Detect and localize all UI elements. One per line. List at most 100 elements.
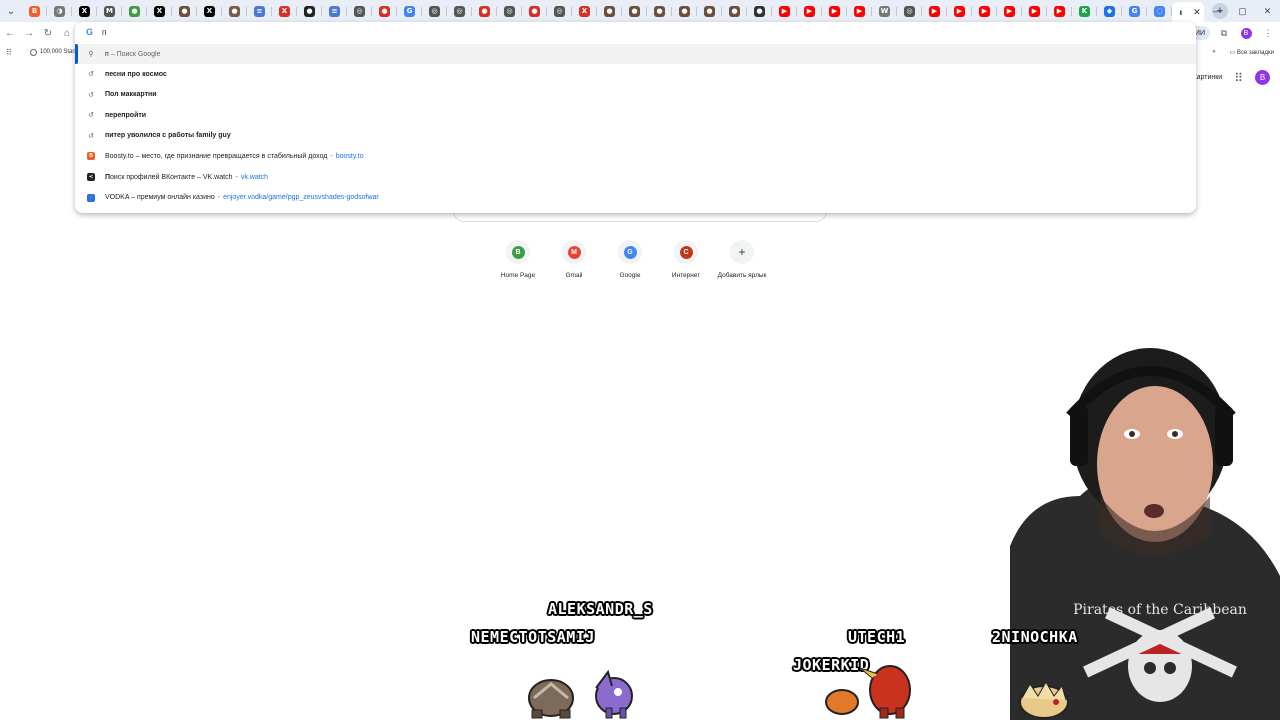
bookmarks-chevron-icon[interactable]: » [1212, 49, 1215, 55]
green-tab-icon: ● [129, 5, 140, 17]
search-suggestion[interactable]: ⚲ п – Поиск Google [75, 44, 1196, 64]
site-suggestion[interactable]: B Boosty.to – место, где признание превра… [75, 146, 1196, 166]
shortcut-tile[interactable]: B Home Page [500, 240, 536, 279]
browser-tab[interactable]: ● [372, 2, 397, 20]
menu-icon[interactable]: ⋮ [1260, 25, 1276, 41]
browser-tab[interactable]: X [272, 2, 297, 20]
close-window-icon[interactable]: ✕ [1255, 0, 1280, 22]
google-apps-icon[interactable]: ⠿ [1234, 71, 1243, 85]
browser-tab[interactable]: X [572, 2, 597, 20]
maximize-icon[interactable]: ▢ [1230, 0, 1255, 22]
browser-tab[interactable]: ◎ [547, 2, 572, 20]
avatar-tab-icon: ● [179, 5, 190, 17]
browser-tab[interactable]: M [97, 2, 122, 20]
browser-tab[interactable]: X [197, 2, 222, 20]
browser-tab[interactable]: ▶ [772, 2, 797, 20]
browser-tab[interactable]: ▶ [1047, 2, 1072, 20]
browser-tab[interactable]: G [397, 2, 422, 20]
browser-tab[interactable]: ● [747, 2, 772, 20]
shortcut-tile[interactable]: M Gmail [556, 240, 592, 279]
home-icon[interactable]: ⌂ [58, 23, 76, 43]
browser-tab[interactable]: G [1122, 2, 1147, 20]
youtube-tab-icon: ▶ [804, 5, 815, 17]
back-icon[interactable]: ← [1, 23, 19, 43]
youtube-tab-icon: ▶ [1004, 5, 1015, 17]
history-icon: ↺ [88, 112, 94, 120]
browser-tab[interactable]: ● [222, 2, 247, 20]
browser-tab[interactable]: ● [522, 2, 547, 20]
browser-tab[interactable]: ◎ [422, 2, 447, 20]
browser-tab[interactable]: ▶ [972, 2, 997, 20]
minimize-icon[interactable]: — [1205, 0, 1230, 22]
browser-tab[interactable]: W [872, 2, 897, 20]
browser-tab[interactable]: ▶ [847, 2, 872, 20]
profile-avatar[interactable]: B [1238, 25, 1254, 41]
browser-tab[interactable]: ≡ [322, 2, 347, 20]
shortcut-glyph-icon: C [679, 245, 693, 259]
browser-tab[interactable]: ◑ [47, 2, 72, 20]
shortcut-tile[interactable]: G Google [612, 240, 648, 279]
browser-tab[interactable]: ▶ [997, 2, 1022, 20]
shortcut-icon: + [730, 240, 754, 264]
site-suggestion[interactable]: ≺ Поиск профилей ВКонтакте – VK.watch - vk.… [75, 167, 1196, 187]
suggestion-text: перепройти [105, 111, 147, 119]
omnibox-input[interactable]: G п [75, 22, 1196, 42]
selection-indicator [75, 44, 78, 64]
browser-tab[interactable]: ● [472, 2, 497, 20]
shortcut-tile[interactable]: + Добавить ярлык [718, 240, 766, 279]
youtube-tab-icon: ▶ [829, 5, 840, 17]
browser-tab[interactable]: K [1072, 2, 1097, 20]
profile-initial: B [1240, 27, 1252, 39]
avatar-tab-icon: ● [679, 5, 690, 17]
close-tab-icon[interactable]: ✕ [1193, 7, 1201, 18]
browser-tab[interactable]: X [72, 2, 97, 20]
active-tab[interactable]: ı ✕ [1172, 2, 1204, 22]
browser-tab[interactable]: B [22, 2, 47, 20]
browser-tab[interactable]: ◎ [897, 2, 922, 20]
history-suggestion[interactable]: ↺ Пол маккартни [75, 85, 1196, 105]
browser-tab[interactable]: ▶ [1022, 2, 1047, 20]
bookmark-100000-stars[interactable]: 100,000 Stars [30, 48, 77, 56]
suggestion-text: питер уволился с работы family guy [105, 132, 231, 140]
shortcut-tile[interactable]: C Интернет [668, 240, 704, 279]
browser-tab[interactable]: ● [297, 2, 322, 20]
browser-tab[interactable]: ● [122, 2, 147, 20]
suggestion-url: vk.watch [240, 173, 269, 181]
history-suggestion[interactable]: ↺ песни про космос [75, 64, 1196, 84]
browser-tab[interactable]: ● [722, 2, 747, 20]
browser-tab[interactable]: ◎ [447, 2, 472, 20]
browser-tab[interactable]: ◌ [1147, 2, 1172, 20]
extensions-icon[interactable]: ⧉ [1216, 25, 1232, 41]
browser-tab[interactable]: ≡ [247, 2, 272, 20]
browser-tab[interactable]: ● [597, 2, 622, 20]
tab-search-icon[interactable]: ⌄ [0, 0, 22, 22]
window-controls: — ▢ ✕ [1205, 0, 1280, 22]
browser-tab[interactable]: ● [697, 2, 722, 20]
history-suggestion[interactable]: ↺ питер уволился с работы family guy [75, 126, 1196, 146]
images-link[interactable]: Картинки [1193, 74, 1223, 81]
google-account-avatar[interactable]: B [1255, 70, 1270, 85]
suggestion-url: enjoyer.vodka/game/pgp_zeusvshades-godso… [223, 194, 379, 202]
forward-icon[interactable]: → [20, 23, 38, 43]
all-bookmarks-button[interactable]: ▭ Все закладки [1230, 49, 1274, 56]
browser-tab[interactable]: X [147, 2, 172, 20]
browser-tab[interactable]: ◎ [347, 2, 372, 20]
browser-tab[interactable]: ● [647, 2, 672, 20]
site-suggestion[interactable]: ◌ VODKA – премиум онлайн казино - enjoyer.v… [75, 188, 1196, 208]
youtube-tab-icon: ▶ [979, 5, 990, 17]
avatar-tab-icon: ● [629, 5, 640, 17]
history-suggestion[interactable]: ↺ перепройти [75, 105, 1196, 125]
reload-icon[interactable]: ↻ [39, 23, 57, 43]
browser-tab[interactable]: ▶ [822, 2, 847, 20]
browser-tab[interactable]: ◆ [1097, 2, 1122, 20]
browser-tab[interactable]: ◎ [497, 2, 522, 20]
browser-tab[interactable]: ▶ [922, 2, 947, 20]
browser-tab[interactable]: ● [672, 2, 697, 20]
browser-tab[interactable]: ● [622, 2, 647, 20]
shortcut-label: Интернет [671, 272, 701, 279]
browser-tab[interactable]: ▶ [947, 2, 972, 20]
browser-tab[interactable]: ● [172, 2, 197, 20]
apps-icon[interactable]: ⠿ [6, 48, 16, 57]
youtube-tab-icon: ▶ [954, 5, 965, 17]
browser-tab[interactable]: ▶ [797, 2, 822, 20]
